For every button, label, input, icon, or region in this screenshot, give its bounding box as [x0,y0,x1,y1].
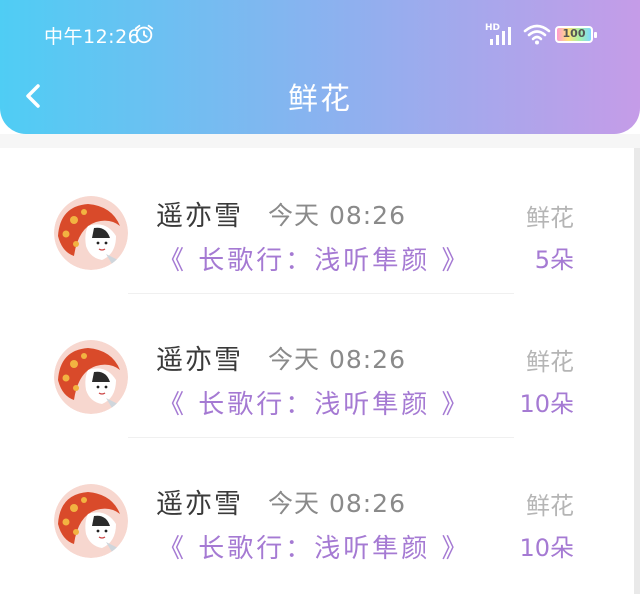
battery-icon: 100 [555,26,597,43]
avatar-image-icon [54,484,128,558]
poem-title-link[interactable]: 《 长歌行：浅听隼颜 》 [158,384,471,421]
wifi-icon [523,24,551,45]
avatar[interactable] [54,484,128,558]
avatar-image-icon [54,340,128,414]
avatar[interactable] [54,196,128,270]
status-bar: 中午12:26 HD 100 [0,0,640,68]
gift-type-label: 鲜花 [526,348,574,376]
avatar-image-icon [54,196,128,270]
gift-count: 5朵 [534,246,574,274]
status-time: 中午12:26 [44,26,141,48]
user-name[interactable]: 遥亦雪 [156,194,243,233]
gift-count: 10朵 [519,534,574,562]
list-item[interactable]: 遥亦雪 今天 08:26 《 长歌行：浅听隼颜 》 鲜花 10朵 [0,436,630,581]
cellular-signal-icon [490,27,511,45]
scrollbar[interactable] [634,148,640,594]
user-name[interactable]: 遥亦雪 [156,482,243,521]
alarm-clock-icon [134,24,154,44]
list-item[interactable]: 遥亦雪 今天 08:26 《 长歌行：浅听隼颜 》 鲜花 5朵 [0,148,630,294]
list-item[interactable]: 遥亦雪 今天 08:26 《 长歌行：浅听隼颜 》 鲜花 10朵 [0,292,630,438]
page-title: 鲜花 [288,82,352,117]
avatar[interactable] [54,340,128,414]
gift-count: 10朵 [519,390,574,418]
poem-title-link[interactable]: 《 长歌行：浅听隼颜 》 [158,240,471,277]
timestamp: 今天 08:26 [268,345,406,374]
user-name[interactable]: 遥亦雪 [156,338,243,377]
battery-level: 100 [562,27,586,40]
timestamp: 今天 08:26 [268,489,406,518]
gift-type-label: 鲜花 [526,204,574,232]
gift-type-label: 鲜花 [526,492,574,520]
timestamp: 今天 08:26 [268,201,406,230]
app-header: 中午12:26 HD 100 鲜花 [0,0,640,134]
poem-title-link[interactable]: 《 长歌行：浅听隼颜 》 [158,528,471,565]
header-spacer [0,134,640,148]
